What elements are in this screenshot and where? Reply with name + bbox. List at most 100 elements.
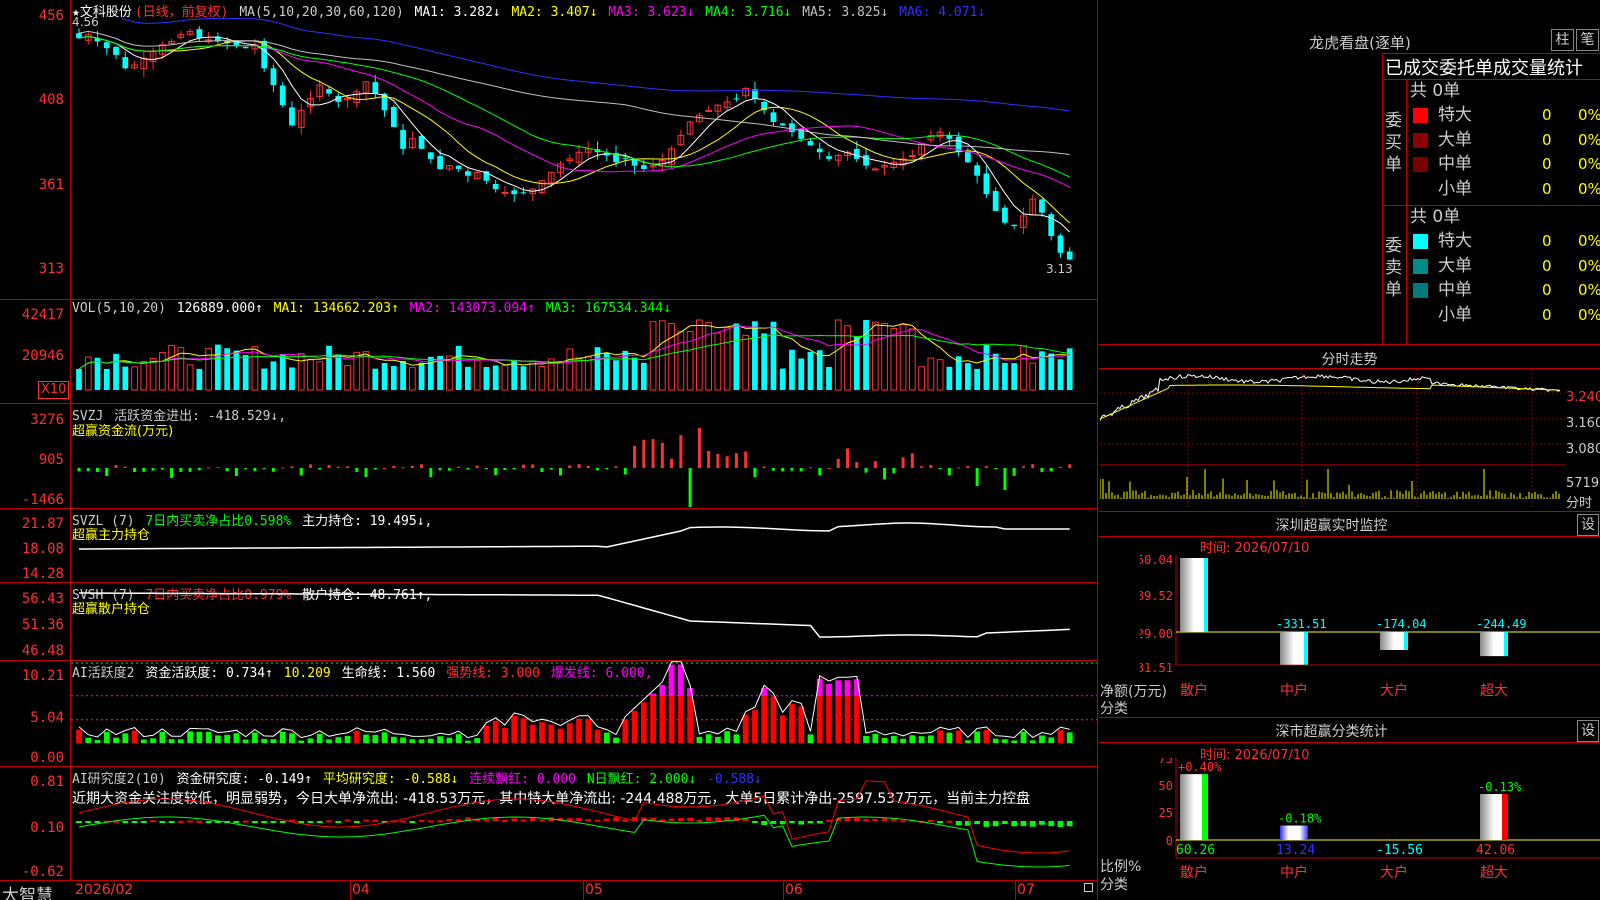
buy-row-label: 中单	[1438, 154, 1472, 174]
research-bar	[705, 817, 712, 821]
intraday-chart[interactable]	[1100, 369, 1565, 509]
research-bar	[242, 820, 249, 823]
money-flow-bar	[179, 468, 183, 472]
buy-color-swatch	[1413, 108, 1428, 123]
buy-row-pct: 0%	[1578, 155, 1600, 173]
volume-bar	[983, 345, 990, 390]
lock-icon[interactable]	[1084, 883, 1093, 892]
activity-bar	[363, 734, 369, 743]
money-flow-bar	[429, 468, 433, 478]
candle-body	[826, 156, 832, 159]
activity-bar	[1011, 740, 1018, 743]
research-bar	[307, 821, 314, 823]
brand-label[interactable]: 大智慧	[2, 881, 53, 900]
activity-bar	[983, 729, 990, 743]
monitor-ytick: 389.52	[1140, 589, 1173, 603]
activity-bar	[511, 716, 518, 743]
svzl-chart[interactable]	[71, 509, 1097, 581]
research-bar	[613, 817, 619, 821]
activity-bar	[159, 731, 166, 743]
sell-row-count: 0	[1542, 305, 1552, 324]
svzj-chart[interactable]	[71, 404, 1097, 507]
research-bar	[761, 821, 768, 825]
candle-body	[789, 123, 795, 133]
money-flow-bar	[540, 468, 544, 472]
volume-bar	[76, 368, 82, 390]
volume-bar	[84, 356, 92, 391]
money-flow-bar	[966, 465, 970, 468]
ytick: 3276	[30, 412, 64, 428]
candle-body	[992, 191, 999, 211]
activity-bar	[242, 739, 249, 743]
money-flow-bar	[1049, 468, 1053, 472]
activity-bar	[103, 732, 110, 743]
activity-bar	[622, 719, 629, 743]
svsh-chart[interactable]	[71, 583, 1097, 659]
money-flow-bar	[438, 468, 442, 471]
buy-row-label: 特大	[1438, 105, 1472, 125]
money-flow-bar	[707, 450, 711, 468]
activity-bar	[140, 739, 147, 743]
candle-body	[1057, 235, 1064, 253]
research-bar	[187, 820, 193, 823]
x10-badge[interactable]: X10	[38, 381, 70, 399]
class-bar	[1480, 794, 1508, 840]
volume-chart[interactable]	[71, 300, 1097, 402]
money-flow-bar	[994, 468, 998, 469]
volume-bar	[974, 368, 981, 390]
research-bar	[1002, 821, 1008, 825]
activity-bar	[520, 718, 527, 743]
ma-line-ma6	[120, 18, 1070, 112]
money-flow-bar	[466, 468, 470, 470]
stroke-view-button[interactable]: 笔	[1576, 29, 1599, 51]
money-flow-bar	[558, 468, 562, 476]
ai-activity-chart[interactable]	[71, 661, 1097, 765]
research-bar	[622, 819, 629, 822]
sz-monitor-chart[interactable]: 750.04 389.52 29.00 -331.51 750.04 散户 -331.51 中…	[1140, 555, 1600, 715]
volume-bar	[140, 361, 148, 391]
volume-bar	[992, 353, 999, 390]
buy-row-pct: 0%	[1578, 130, 1600, 149]
panel-separator	[0, 880, 1098, 881]
activity-bar	[909, 735, 916, 743]
x-axis-label: 04	[352, 882, 370, 898]
money-flow-bar	[716, 453, 720, 468]
money-flow-bar	[281, 467, 285, 469]
money-flow-bar	[744, 451, 748, 468]
activity-bar	[1057, 730, 1064, 743]
research-bar	[715, 817, 721, 821]
money-flow-bar	[234, 468, 238, 476]
ytick: 18.08	[21, 541, 64, 557]
sz-monitor-settings-button[interactable]: 设	[1577, 514, 1599, 536]
activity-bar	[789, 703, 795, 743]
activity-burst-bar	[677, 664, 684, 696]
ai-research-chart[interactable]	[71, 767, 1097, 879]
sell-orders-label: 委卖单	[1385, 236, 1402, 300]
activity-bar	[965, 740, 971, 743]
money-flow-bar	[586, 465, 590, 468]
money-flow-bar	[151, 468, 155, 471]
sz-class-settings-button[interactable]: 设	[1577, 720, 1599, 742]
research-bar	[400, 820, 406, 823]
volume-bar	[1002, 362, 1008, 390]
research-bar	[177, 820, 184, 823]
money-flow-bar	[123, 466, 127, 468]
money-flow-bar	[697, 428, 701, 468]
sell-row-pct: 0%	[1578, 281, 1600, 299]
sz-class-chart[interactable]: 75 50 25 0 +0.40% 60.26 散户 -0.18% 13.24 中户 -15.56 大…	[1140, 758, 1600, 900]
volume-bar	[520, 366, 527, 390]
ytick: 14.28	[21, 566, 64, 582]
research-bar	[946, 820, 953, 823]
volume-bar	[149, 357, 157, 391]
volume-bar	[122, 366, 129, 390]
volume-bar	[742, 334, 750, 391]
research-bar	[85, 821, 92, 823]
candle-body	[113, 46, 119, 55]
sell-row-label: 大单	[1438, 255, 1472, 276]
sz-class-ylabel: 比例%	[1100, 859, 1142, 875]
candlestick-chart[interactable]	[71, 18, 1097, 278]
money-flow-bar	[142, 468, 146, 472]
volume-bar	[326, 345, 332, 390]
bar-view-button[interactable]: 柱	[1551, 29, 1574, 51]
volume-bar	[779, 368, 786, 390]
